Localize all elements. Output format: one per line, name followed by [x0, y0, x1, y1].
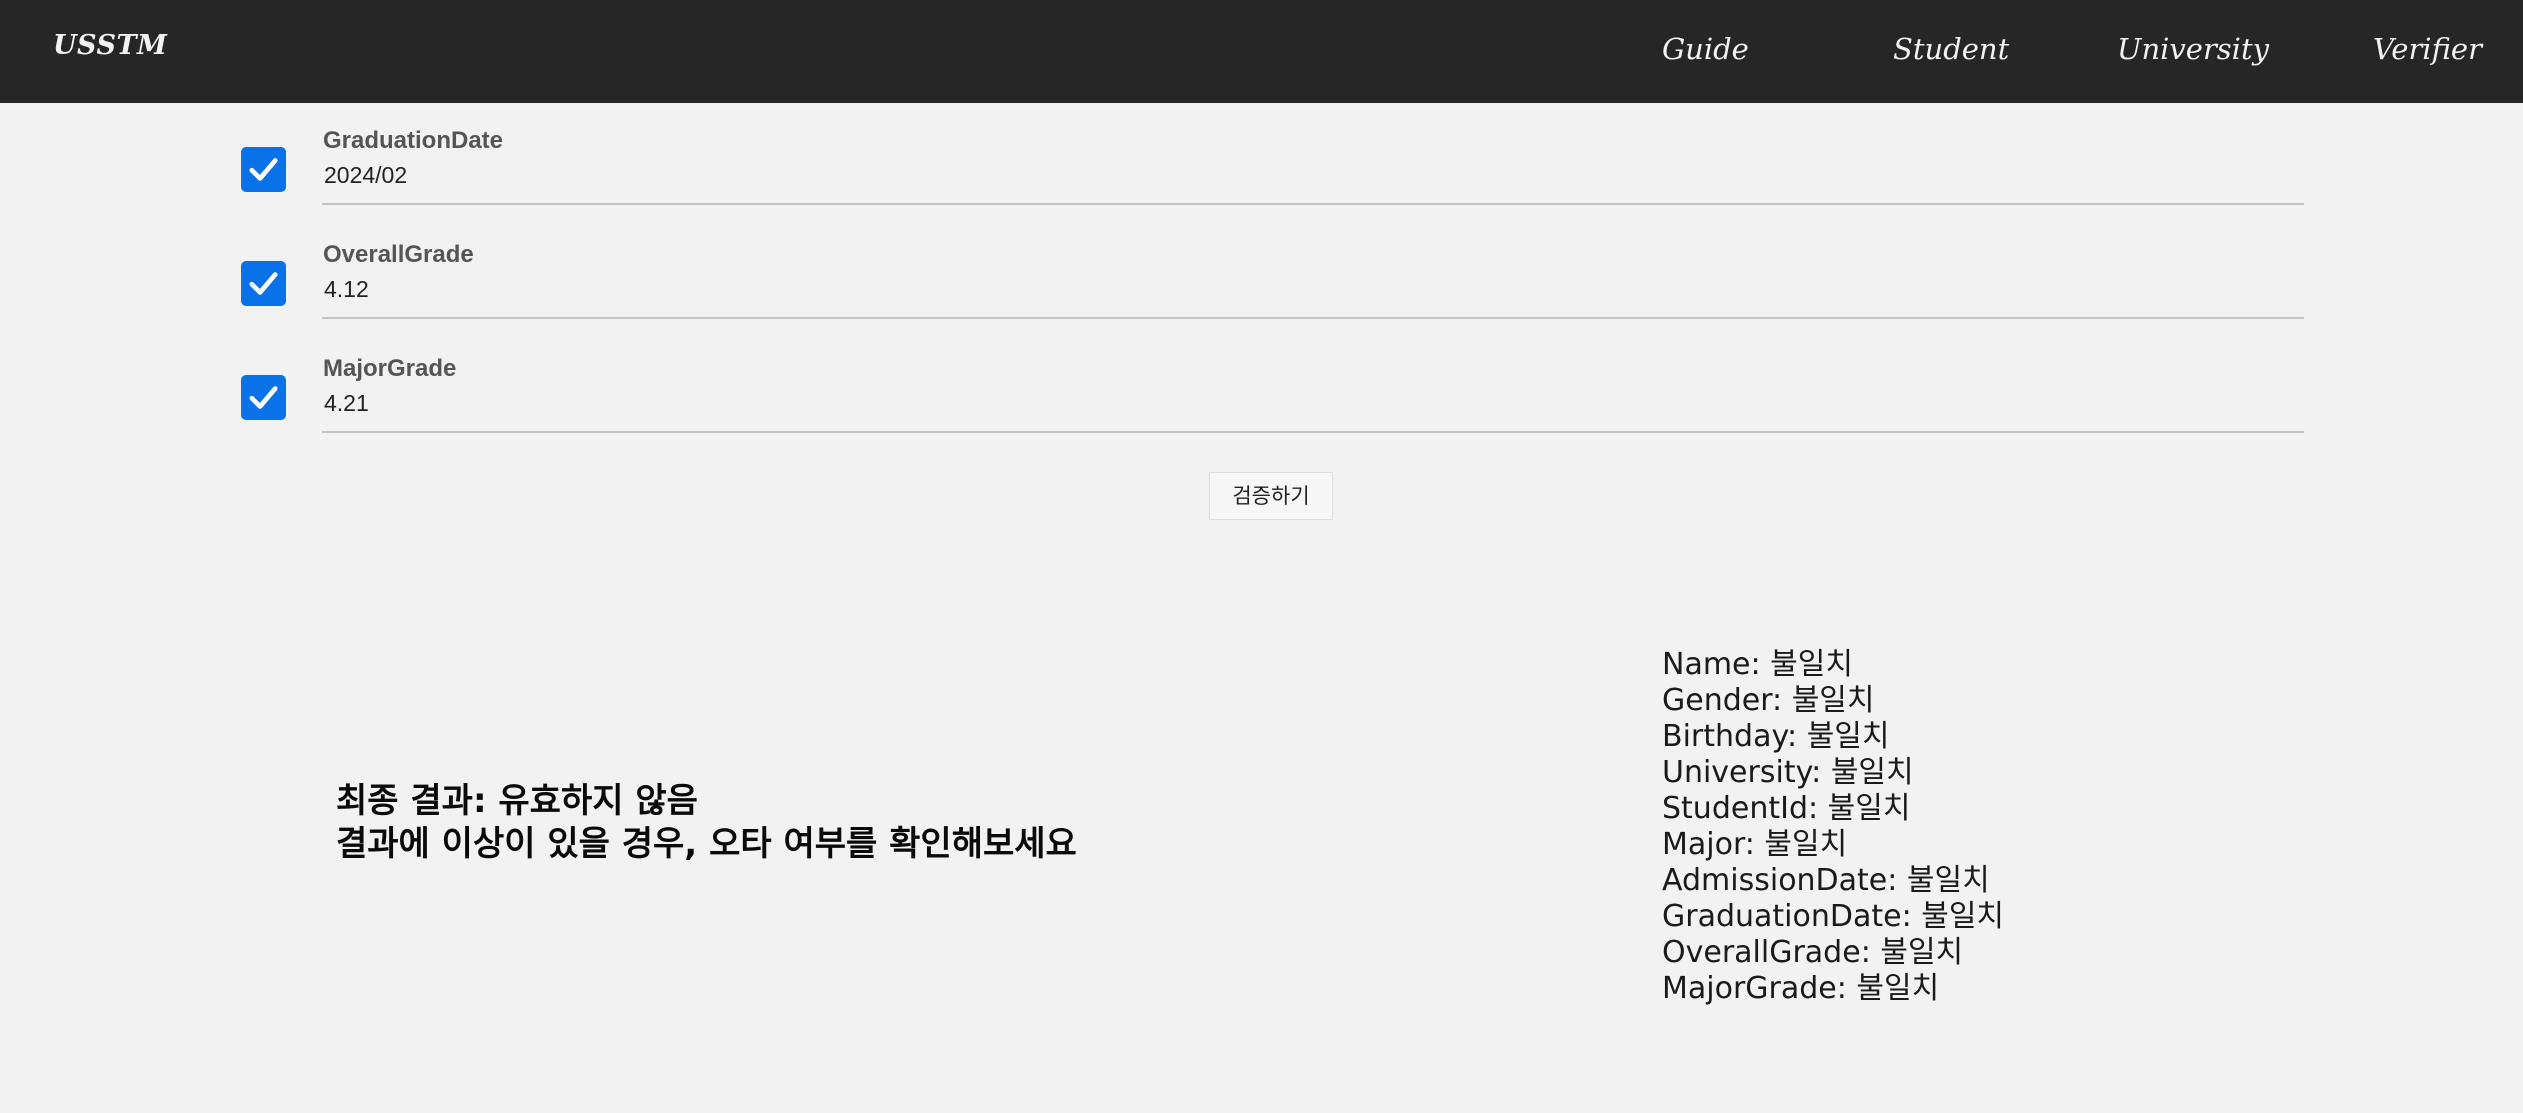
field-result-overall-grade: OverallGrade: 불일치: [1662, 935, 1964, 970]
overall-grade-checkbox[interactable]: [241, 261, 286, 306]
field-label: GraduationDate: [323, 127, 504, 154]
field-result-name: Name: 불일치: [1662, 647, 1853, 682]
top-navbar: USSTM Guide Student University Verifier: [0, 0, 2523, 103]
field-result-student-id: StudentId: 불일치: [1662, 791, 1911, 826]
checkmark-icon: [249, 272, 278, 295]
final-result-hint: 결과에 이상이 있을 경우, 오타 여부를 확인해보세요: [336, 824, 1077, 864]
nav-link-student[interactable]: Student: [1893, 32, 2009, 66]
field-result-major-grade: MajorGrade: 불일치: [1662, 971, 1940, 1006]
field-result-birthday: Birthday: 불일치: [1662, 719, 1890, 754]
field-row-major-grade: MajorGrade 4.21: [241, 335, 2304, 433]
nav-link-guide[interactable]: Guide: [1662, 32, 1749, 66]
field-label: OverallGrade: [323, 241, 474, 268]
nav-link-university[interactable]: University: [2117, 32, 2269, 66]
field-row-graduation-date: GraduationDate 2024/02: [241, 107, 2304, 205]
checkmark-icon: [249, 158, 278, 181]
field-body: MajorGrade 4.21: [322, 335, 2304, 433]
graduation-date-checkbox[interactable]: [241, 147, 286, 192]
field-row-overall-grade: OverallGrade 4.12: [241, 221, 2304, 319]
field-value: 2024/02: [324, 162, 408, 188]
field-body: GraduationDate 2024/02: [322, 107, 2304, 205]
nav-link-verifier[interactable]: Verifier: [2373, 32, 2482, 66]
field-value: 4.12: [324, 276, 369, 302]
field-body: OverallGrade 4.12: [322, 221, 2304, 319]
field-result-graduation-date: GraduationDate: 불일치: [1662, 899, 2005, 934]
brand-logo[interactable]: USSTM: [53, 30, 167, 61]
major-grade-checkbox[interactable]: [241, 375, 286, 420]
final-result-status: 최종 결과: 유효하지 않음: [336, 781, 698, 821]
field-result-gender: Gender: 불일치: [1662, 683, 1875, 718]
verify-button[interactable]: 검증하기: [1209, 472, 1333, 520]
field-label: MajorGrade: [323, 355, 457, 382]
final-result: 최종 결과: 유효하지 않음 결과에 이상이 있을 경우, 오타 여부를 확인해…: [336, 780, 1077, 866]
field-value: 4.21: [324, 390, 369, 416]
field-result-university: University: 불일치: [1662, 755, 1914, 790]
field-result-major: Major: 불일치: [1662, 827, 1848, 862]
field-result-list: Name: 불일치 Gender: 불일치 Birthday: 불일치 Univ…: [1662, 647, 2004, 1007]
checkmark-icon: [249, 386, 278, 409]
field-result-admission-date: AdmissionDate: 불일치: [1662, 863, 1990, 898]
